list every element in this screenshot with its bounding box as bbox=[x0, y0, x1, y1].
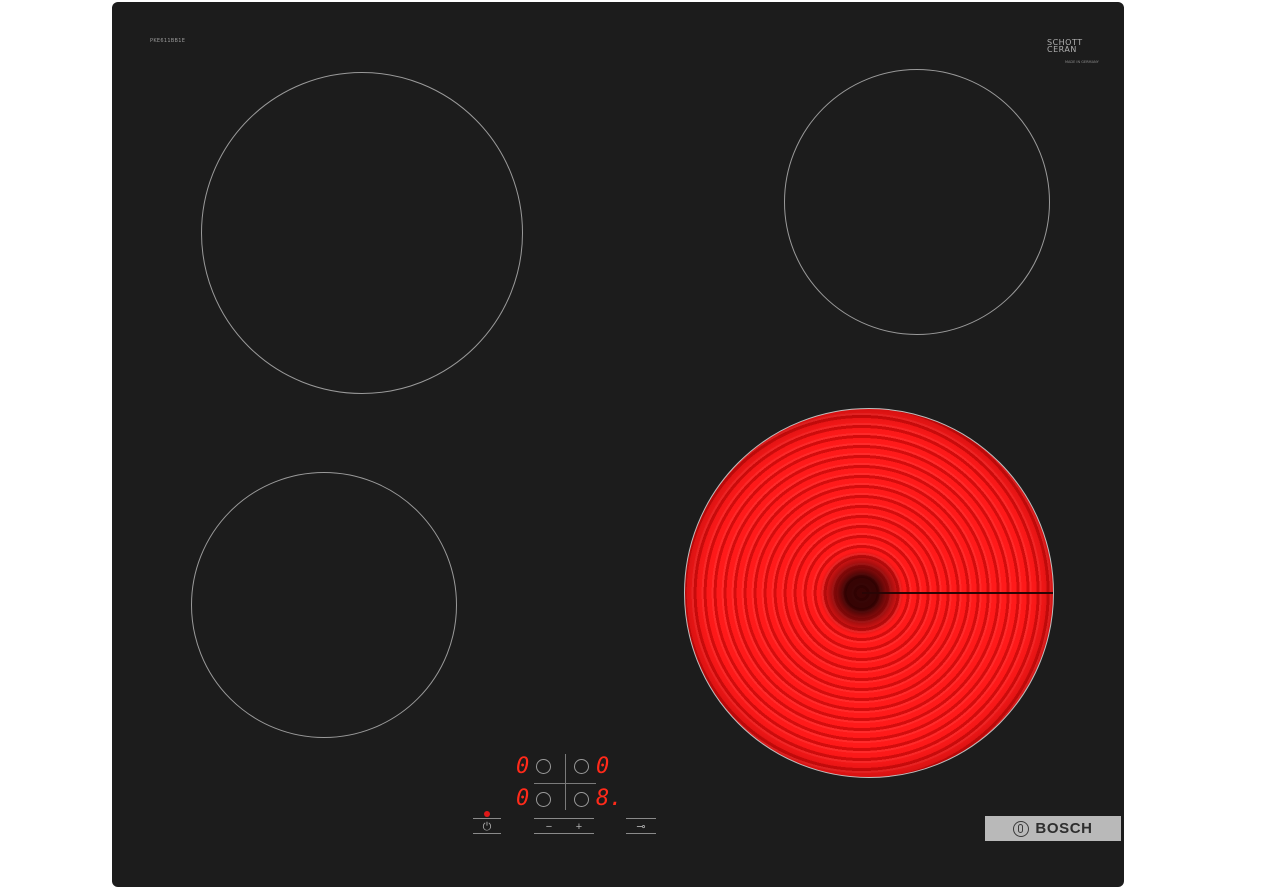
brand-name: BOSCH bbox=[1035, 820, 1093, 837]
display-front-left: 0 bbox=[516, 786, 530, 811]
glass-brand-line2: CERAN bbox=[1047, 45, 1077, 54]
cooking-zone-rear-right bbox=[784, 69, 1050, 335]
display-rear-right: 0 bbox=[596, 754, 610, 779]
model-code: PKE611BB1E bbox=[150, 38, 186, 44]
zone-select-rear-left[interactable] bbox=[536, 759, 551, 774]
zone-select-front-right[interactable] bbox=[574, 792, 589, 807]
minus-button[interactable]: − bbox=[534, 818, 564, 834]
power-button[interactable]: ⏻ bbox=[473, 818, 501, 834]
control-divider-horizontal bbox=[534, 783, 596, 784]
cooking-zone-front-right-heated bbox=[684, 408, 1054, 778]
brand-badge: BOSCH bbox=[985, 816, 1121, 841]
glass-brand-sub: MADE IN GERMANY bbox=[1065, 60, 1099, 64]
display-front-right: 8. bbox=[596, 786, 623, 811]
cooking-zone-front-left bbox=[191, 472, 457, 738]
heating-element-rod bbox=[861, 592, 1053, 594]
ceramic-hob: PKE611BB1E SCHOTT CERAN MADE IN GERMANY … bbox=[112, 2, 1124, 887]
glass-brand-mark: SCHOTT CERAN bbox=[1047, 39, 1083, 54]
zone-select-rear-right[interactable] bbox=[574, 759, 589, 774]
cooking-zone-rear-left bbox=[201, 72, 523, 394]
power-indicator-light bbox=[484, 811, 490, 817]
control-divider-vertical bbox=[565, 754, 566, 810]
bosch-logo-icon bbox=[1013, 820, 1030, 837]
zone-select-front-left[interactable] bbox=[536, 792, 551, 807]
display-rear-left: 0 bbox=[516, 754, 530, 779]
plus-button[interactable]: + bbox=[564, 818, 594, 834]
child-lock-button[interactable]: ⊸ bbox=[626, 818, 656, 834]
